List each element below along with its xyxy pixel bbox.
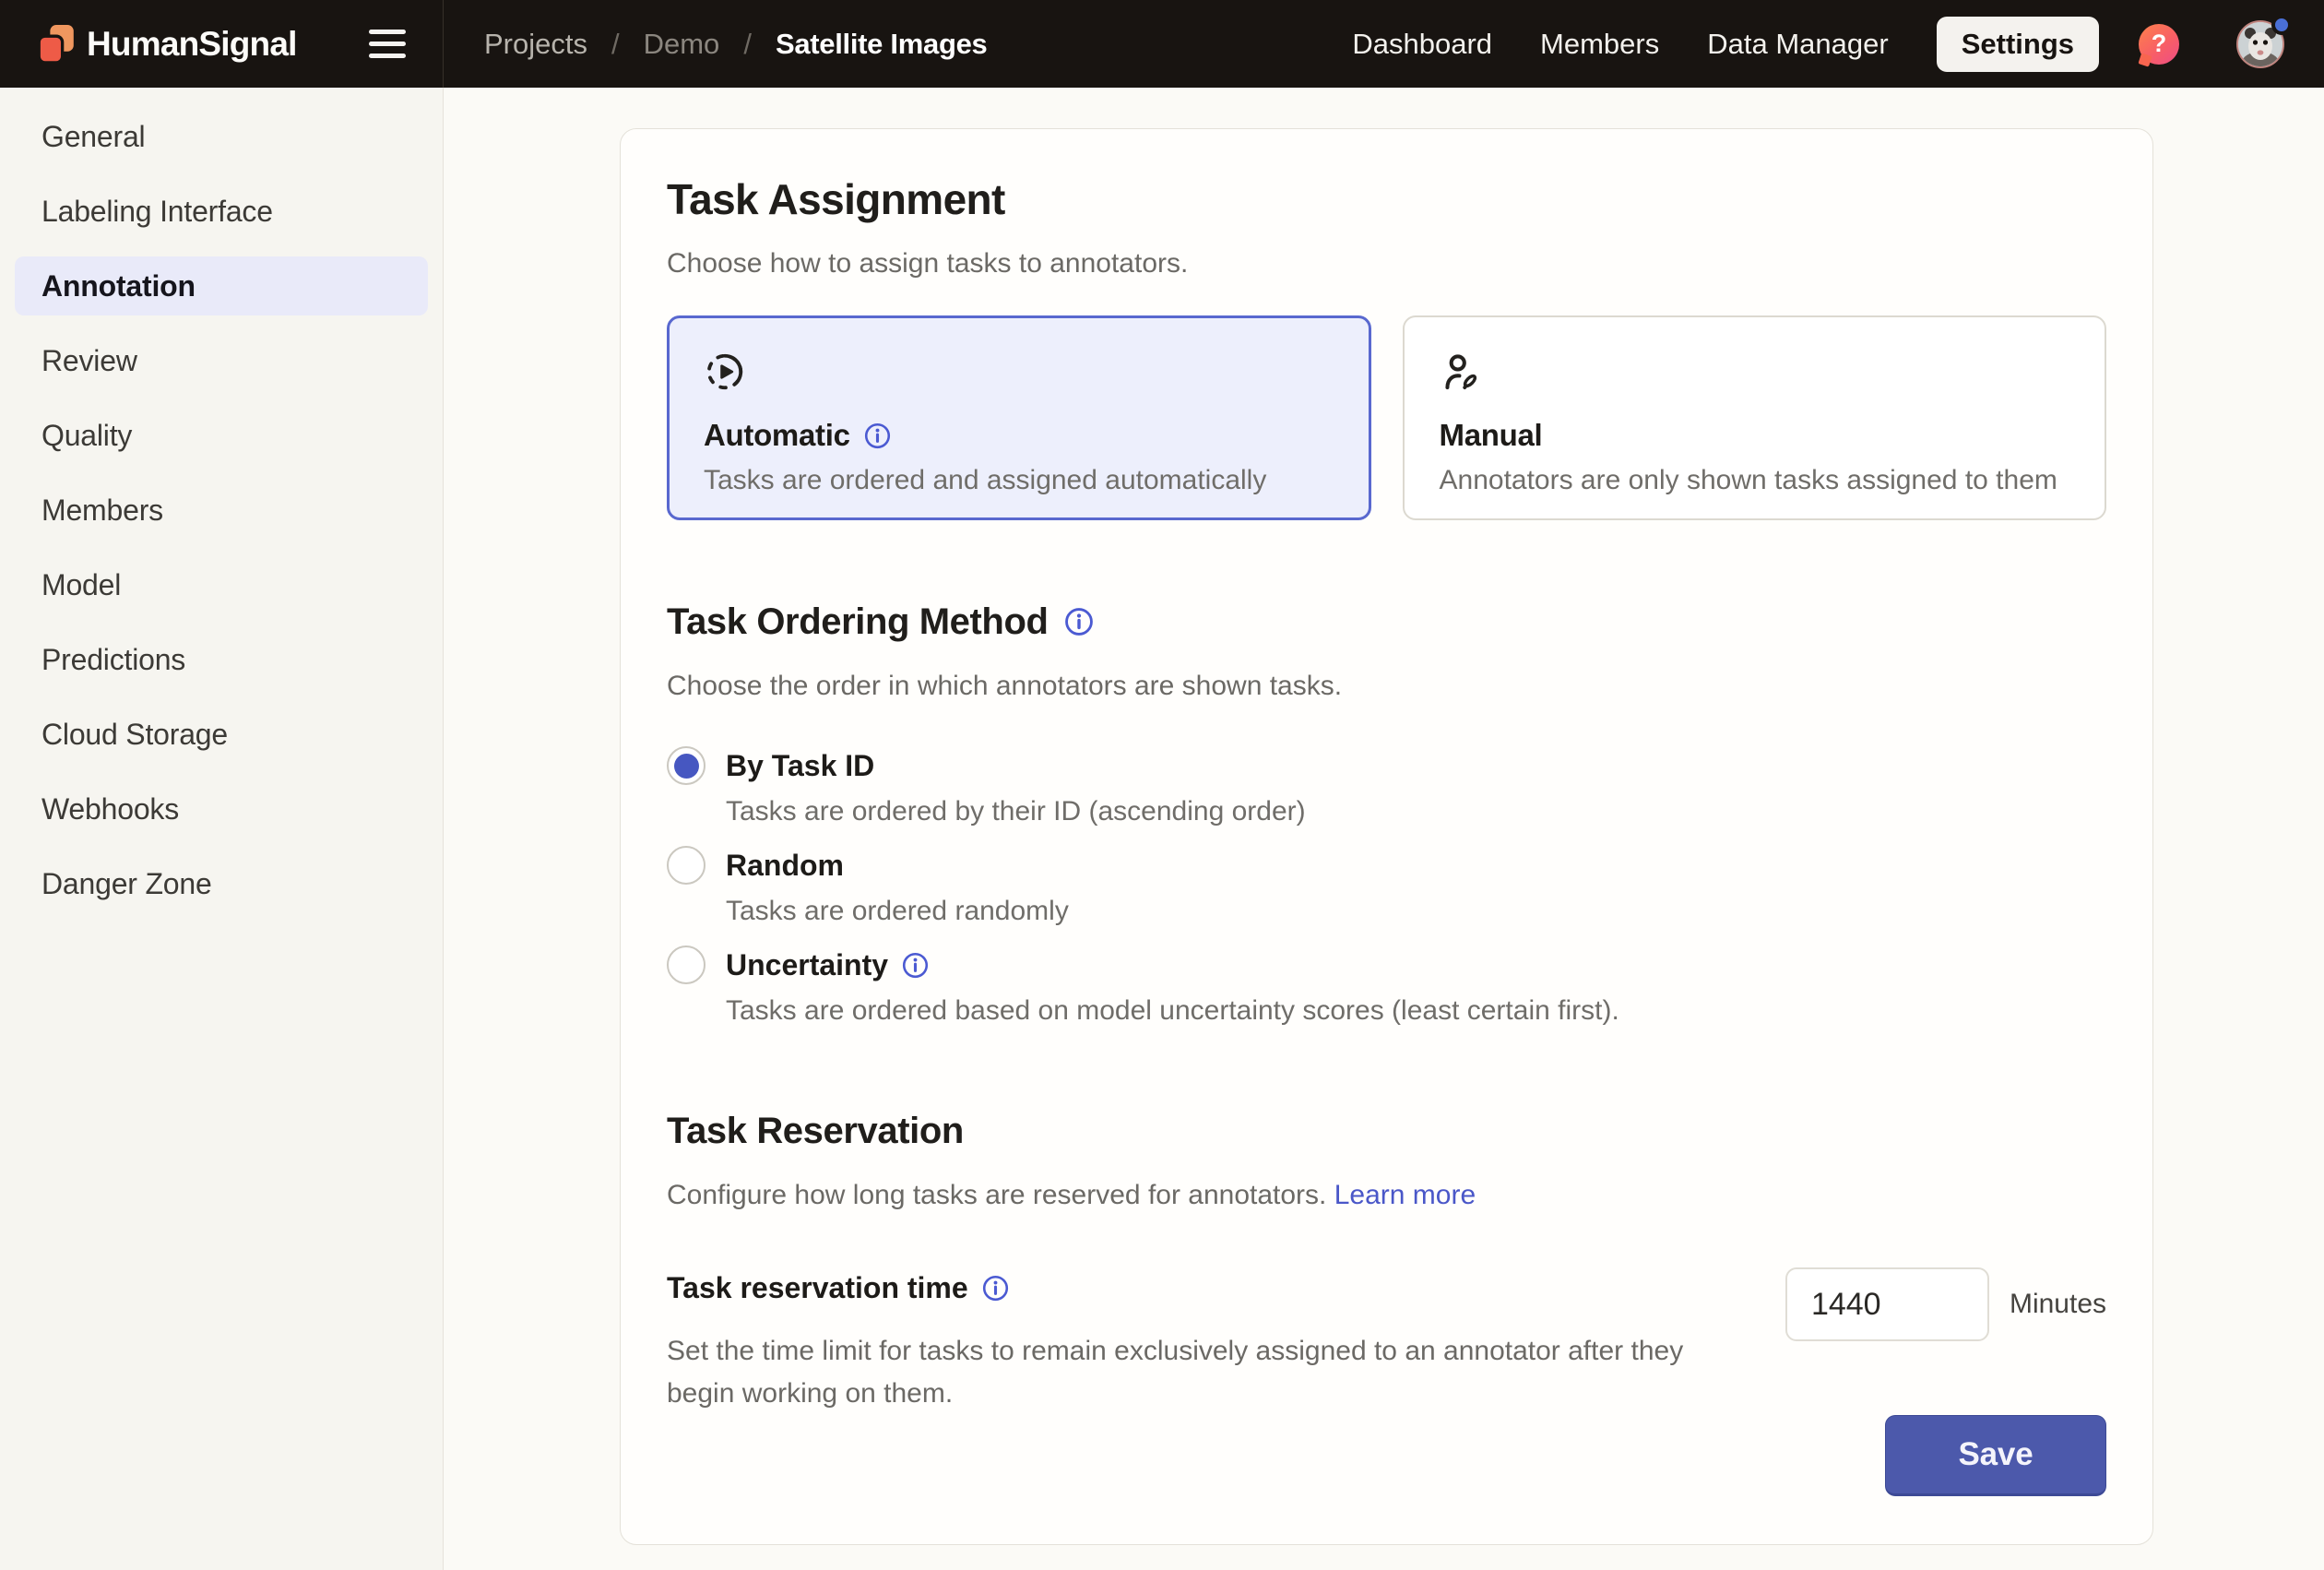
reservation-time-row: Task reservation time Set the time limit… <box>667 1267 2106 1415</box>
radio-button[interactable] <box>667 946 706 984</box>
by-task-id-description: Tasks are ordered by their ID (ascending… <box>726 793 2106 830</box>
user-avatar[interactable] <box>2236 20 2284 68</box>
random-description: Tasks are ordered randomly <box>726 893 2106 930</box>
manual-description: Annotators are only shown tasks assigned… <box>1440 465 2070 496</box>
radio-option-random: Random Tasks are ordered randomly <box>667 845 2106 930</box>
person-edit-icon <box>1440 351 1482 393</box>
topbar-left-section: HumanSignal <box>0 0 444 88</box>
by-task-id-label[interactable]: By Task ID <box>726 745 2106 786</box>
top-bar: HumanSignal Projects / Demo / Satellite … <box>0 0 2324 88</box>
info-icon[interactable] <box>901 951 930 980</box>
breadcrumb-separator: / <box>611 28 620 61</box>
random-label[interactable]: Random <box>726 845 2106 886</box>
radio-button[interactable] <box>667 846 706 885</box>
sidebar-item-review[interactable]: Review <box>15 331 428 390</box>
presence-dot-badge <box>2271 15 2292 35</box>
content-area: General Labeling Interface Annotation Re… <box>0 88 2324 1570</box>
reservation-time-left: Task reservation time Set the time limit… <box>667 1267 1755 1415</box>
task-reservation-subtitle-text: Configure how long tasks are reserved fo… <box>667 1180 1326 1210</box>
main-panel: Task Assignment Choose how to assign tas… <box>444 88 2324 1570</box>
sidebar-item-predictions[interactable]: Predictions <box>15 630 428 689</box>
info-icon[interactable] <box>1063 606 1095 637</box>
sidebar-item-members[interactable]: Members <box>15 481 428 540</box>
humansignal-logo-icon <box>39 25 74 64</box>
uncertainty-description: Tasks are ordered based on model uncerta… <box>726 993 2106 1029</box>
automatic-title-row: Automatic <box>704 418 1334 453</box>
save-row: Save <box>667 1415 2106 1496</box>
random-text: Random <box>726 845 844 886</box>
reservation-time-input[interactable] <box>1785 1267 1989 1341</box>
sidebar-item-danger-zone[interactable]: Danger Zone <box>15 854 428 913</box>
nav-data-manager[interactable]: Data Manager <box>1707 28 1888 61</box>
nav-settings-active[interactable]: Settings <box>1937 17 2099 72</box>
task-ordering-subtitle: Choose the order in which annotators are… <box>667 668 2106 705</box>
sidebar-item-webhooks[interactable]: Webhooks <box>15 779 428 839</box>
task-ordering-title: Task Ordering Method <box>667 598 1049 646</box>
assignment-option-automatic[interactable]: Automatic Tasks are ordered and assigned… <box>667 315 1371 520</box>
reservation-time-description: Set the time limit for tasks to remain e… <box>667 1330 1755 1415</box>
uncertainty-label[interactable]: Uncertainty <box>726 945 2106 985</box>
task-reservation-title-row: Task Reservation <box>667 1107 2106 1155</box>
humansignal-logo[interactable]: HumanSignal <box>39 25 297 64</box>
sidebar-item-cloud-storage[interactable]: Cloud Storage <box>15 705 428 764</box>
radio-button-selected[interactable] <box>667 746 706 785</box>
breadcrumb-projects[interactable]: Projects <box>484 28 587 61</box>
task-ordering-title-row: Task Ordering Method <box>667 598 2106 646</box>
play-dashed-circle-icon <box>704 351 746 393</box>
reservation-time-right: Minutes <box>1785 1267 2106 1341</box>
breadcrumb-separator: / <box>743 28 752 61</box>
hamburger-menu-icon[interactable] <box>367 24 408 64</box>
sidebar-item-labeling-interface[interactable]: Labeling Interface <box>15 182 428 241</box>
task-reservation-subtitle: Configure how long tasks are reserved fo… <box>667 1177 2106 1214</box>
top-navigation: Dashboard Members Data Manager Settings <box>1352 17 2099 72</box>
info-icon[interactable] <box>981 1274 1010 1302</box>
task-reservation-title: Task Reservation <box>667 1107 964 1155</box>
settings-sidebar: General Labeling Interface Annotation Re… <box>0 88 444 1570</box>
automatic-label: Automatic <box>704 418 850 453</box>
uncertainty-text: Uncertainty <box>726 945 888 985</box>
nav-members[interactable]: Members <box>1540 28 1659 61</box>
info-icon[interactable] <box>863 422 892 450</box>
radio-option-by-task-id: By Task ID Tasks are ordered by their ID… <box>667 745 2106 830</box>
sidebar-item-general[interactable]: General <box>15 107 428 166</box>
assignment-option-manual[interactable]: Manual Annotators are only shown tasks a… <box>1403 315 2107 520</box>
sidebar-item-quality[interactable]: Quality <box>15 406 428 465</box>
app-window: HumanSignal Projects / Demo / Satellite … <box>0 0 2324 1570</box>
automatic-description: Tasks are ordered and assigned automatic… <box>704 465 1334 496</box>
ordering-radio-group: By Task ID Tasks are ordered by their ID… <box>667 745 2106 1029</box>
task-assignment-subtitle: Choose how to assign tasks to annotators… <box>667 245 2106 282</box>
breadcrumb-project-name[interactable]: Demo <box>644 28 720 61</box>
sidebar-item-model[interactable]: Model <box>15 555 428 614</box>
learn-more-link[interactable]: Learn more <box>1334 1180 1476 1210</box>
radio-option-uncertainty: Uncertainty Tasks are ordered based on m… <box>667 945 2106 1029</box>
annotation-settings-card: Task Assignment Choose how to assign tas… <box>620 128 2153 1545</box>
help-bubble-icon[interactable]: ? <box>2139 24 2179 65</box>
sidebar-item-annotation[interactable]: Annotation <box>15 256 428 315</box>
minutes-unit-label: Minutes <box>2010 1289 2106 1320</box>
reservation-time-label-row: Task reservation time <box>667 1267 1755 1308</box>
manual-label: Manual <box>1440 418 1543 453</box>
manual-title-row: Manual <box>1440 418 2070 453</box>
breadcrumb-current-page: Satellite Images <box>776 28 988 61</box>
logo-text: HumanSignal <box>87 25 297 64</box>
question-mark-glyph: ? <box>2152 30 2167 58</box>
breadcrumb: Projects / Demo / Satellite Images <box>484 28 987 61</box>
assignment-options: Automatic Tasks are ordered and assigned… <box>667 315 2106 520</box>
by-task-id-text: By Task ID <box>726 745 874 786</box>
reservation-time-label: Task reservation time <box>667 1267 968 1308</box>
task-assignment-title: Task Assignment <box>667 173 2106 225</box>
save-button[interactable]: Save <box>1885 1415 2106 1496</box>
nav-dashboard[interactable]: Dashboard <box>1352 28 1492 61</box>
